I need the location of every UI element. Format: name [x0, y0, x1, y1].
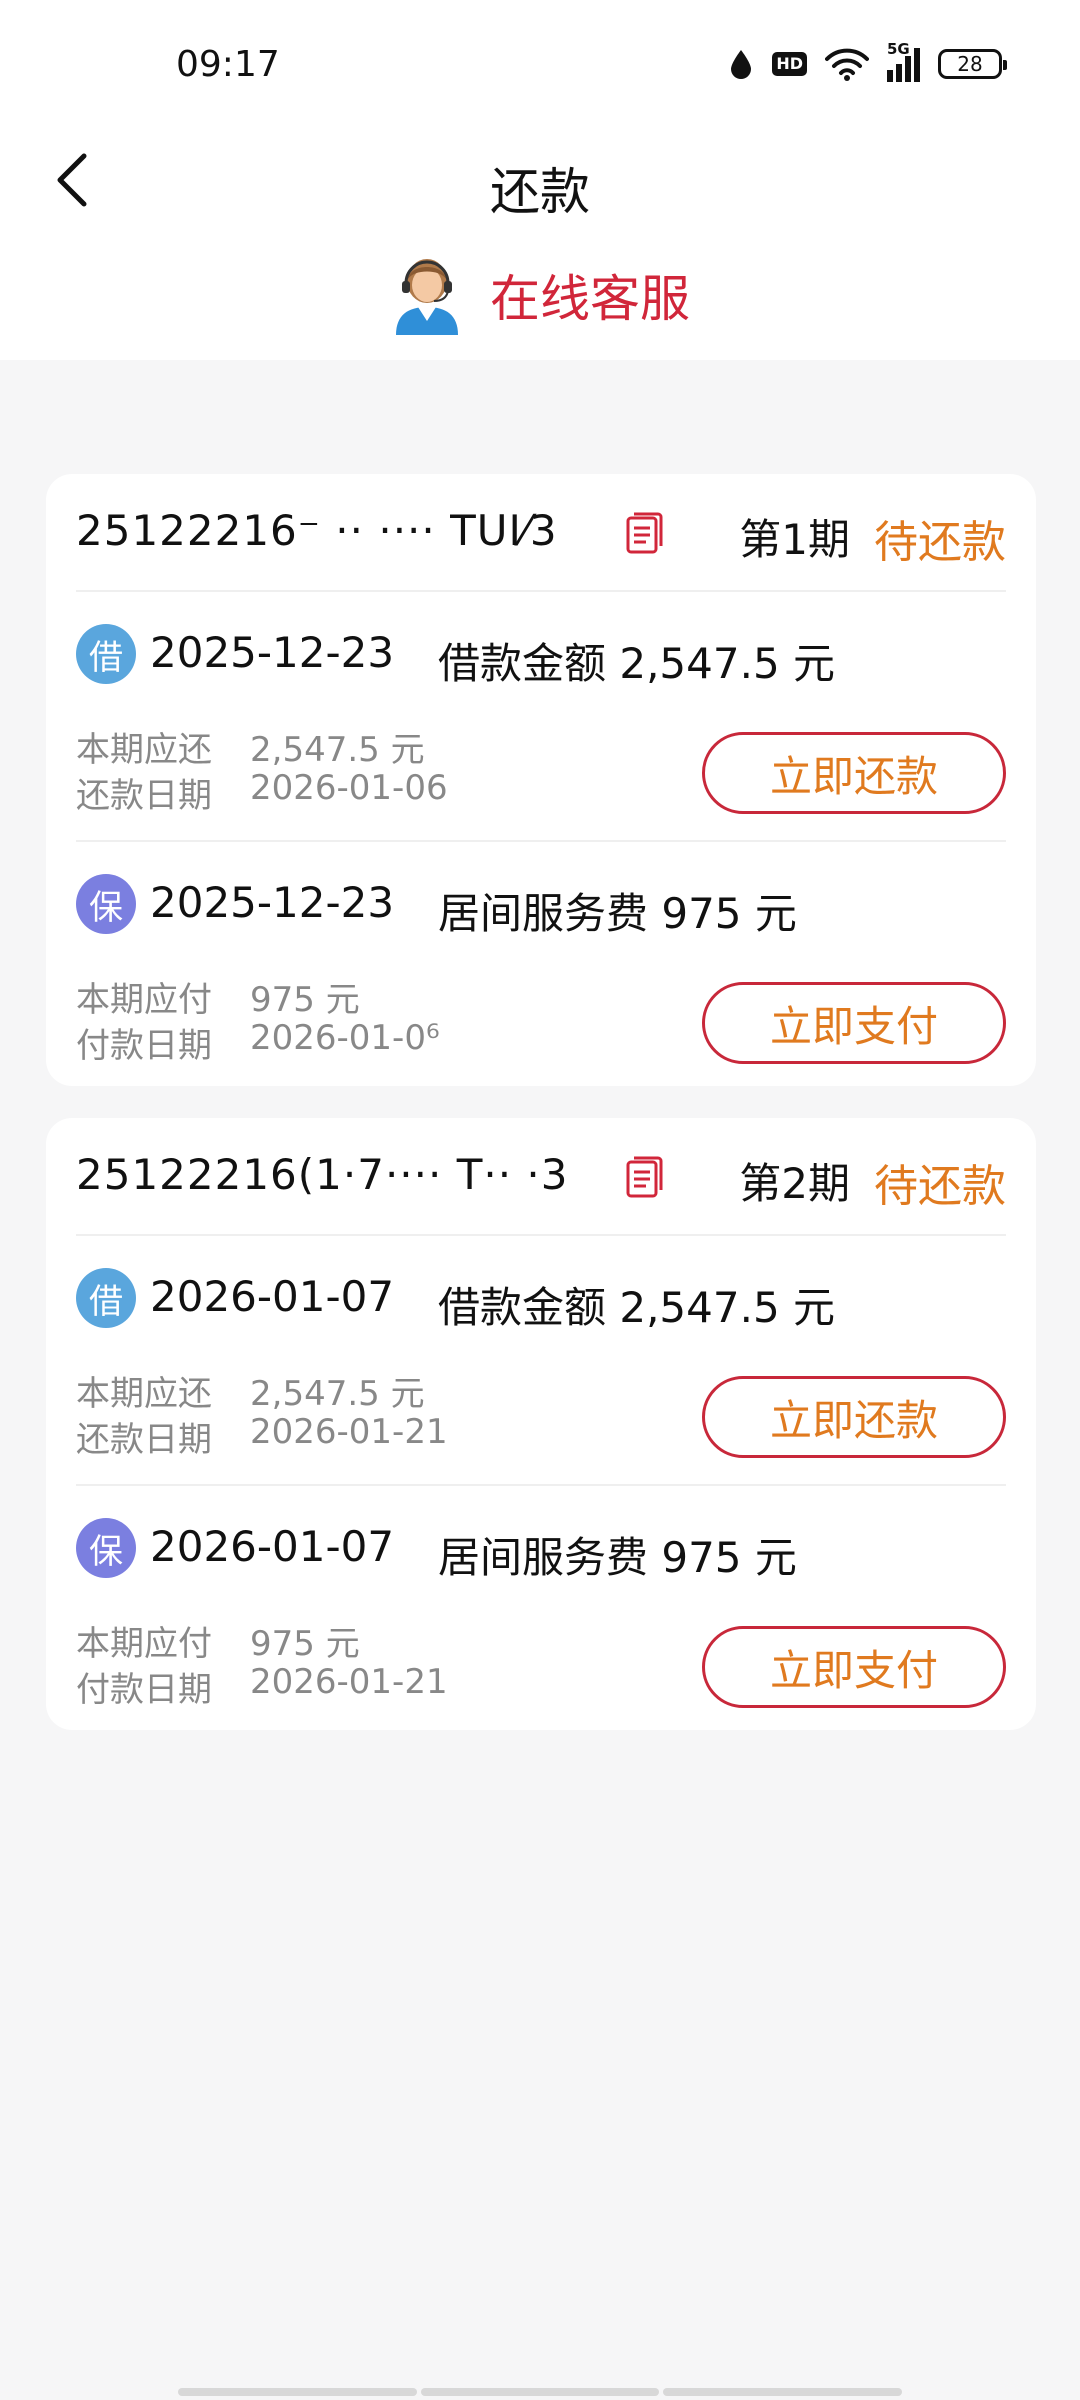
order-number: 25122216(1·7···· T·· ·3 — [76, 1150, 569, 1199]
amount-payable-label: 本期应付 — [76, 980, 212, 1020]
online-service-button[interactable]: 在线客服 — [0, 230, 1080, 360]
item-date: 2026-01-07 — [150, 1522, 395, 1571]
amount-due-label: 本期应还 — [76, 730, 212, 770]
page-title: 还款 — [490, 163, 590, 221]
loan-item: 借 2025-12-23 借款金额 2,547.5 元 本期应还 2,547.5… — [76, 592, 1006, 842]
fee-badge-icon: 保 — [76, 1518, 136, 1578]
battery-icon: 28 — [938, 49, 1007, 79]
amount-payable-value: 975 元 — [250, 980, 360, 1020]
item-description: 居间服务费 975 元 — [438, 1533, 797, 1582]
status-badge: 待还款 — [874, 517, 1006, 568]
item-date: 2025-12-23 — [150, 878, 395, 927]
status-time: 09:17 — [176, 44, 280, 85]
network-type-label: 5G — [887, 40, 910, 58]
item-date: 2026-01-07 — [150, 1272, 395, 1321]
customer-service-agent-icon — [396, 259, 458, 335]
status-badge: 待还款 — [874, 1161, 1006, 1212]
item-description: 借款金额 2,547.5 元 — [438, 639, 836, 688]
due-date-label: 还款日期 — [76, 1420, 212, 1460]
due-date-label: 还款日期 — [76, 776, 212, 816]
amount-payable-label: 本期应付 — [76, 1624, 212, 1664]
online-service-label: 在线客服 — [490, 270, 690, 328]
hd-badge: HD — [772, 52, 807, 76]
loan-badge-icon: 借 — [76, 1268, 136, 1328]
pay-now-button[interactable]: 立即支付 — [702, 1626, 1006, 1708]
item-description: 借款金额 2,547.5 元 — [438, 1283, 836, 1332]
status-bar: 09:17 HD 5G 28 — [0, 0, 1080, 130]
nav-bar: 还款 — [0, 130, 1080, 230]
status-icons: HD 5G 28 — [728, 40, 1007, 84]
copy-icon[interactable] — [624, 510, 664, 556]
copy-icon[interactable] — [624, 1154, 664, 1200]
battery-level: 28 — [957, 52, 983, 76]
due-date-value: 2026-01-06 — [250, 768, 448, 808]
loan-item: 借 2026-01-07 借款金额 2,547.5 元 本期应还 2,547.5… — [76, 1236, 1006, 1486]
amount-payable-value: 975 元 — [250, 1624, 360, 1664]
amount-due-value: 2,547.5 元 — [250, 1374, 425, 1414]
repayment-card: 25122216(1·7···· T·· ·3 第2期 待还款 借 2026-0… — [46, 1118, 1036, 1730]
pay-now-button[interactable]: 立即支付 — [702, 982, 1006, 1064]
payment-date-value: 2026-01-21 — [250, 1662, 448, 1702]
due-date-value: 2026-01-21 — [250, 1412, 448, 1452]
fee-item: 保 2026-01-07 居间服务费 975 元 本期应付 975 元 付款日期… — [76, 1486, 1006, 1736]
signal-5g-icon: 5G — [887, 40, 920, 82]
item-description: 居间服务费 975 元 — [438, 889, 797, 938]
fee-item: 保 2025-12-23 居间服务费 975 元 本期应付 975 元 付款日期… — [76, 842, 1006, 1092]
order-number: 25122216⁻ ·· ···· TUI⁄3 — [76, 506, 558, 555]
repayment-card: 25122216⁻ ·· ···· TUI⁄3 第1期 待还款 借 2025-1… — [46, 474, 1036, 1086]
repay-now-button[interactable]: 立即还款 — [702, 732, 1006, 814]
repay-now-button[interactable]: 立即还款 — [702, 1376, 1006, 1458]
period-label: 第1期 — [739, 515, 850, 564]
payment-date-label: 付款日期 — [76, 1670, 212, 1710]
amount-due-value: 2,547.5 元 — [250, 730, 425, 770]
item-date: 2025-12-23 — [150, 628, 395, 677]
amount-due-label: 本期应还 — [76, 1374, 212, 1414]
payment-date-value: 2026-01-0⁶ — [250, 1018, 440, 1058]
card-header: 25122216⁻ ·· ···· TUI⁄3 第1期 待还款 — [76, 474, 1006, 592]
fee-badge-icon: 保 — [76, 874, 136, 934]
gesture-navigation-bar[interactable] — [178, 2388, 903, 2396]
water-drop-icon — [731, 50, 752, 79]
card-header: 25122216(1·7···· T·· ·3 第2期 待还款 — [76, 1118, 1006, 1236]
period-label: 第2期 — [739, 1159, 850, 1208]
loan-badge-icon: 借 — [76, 624, 136, 684]
wifi-icon — [825, 48, 869, 81]
payment-date-label: 付款日期 — [76, 1026, 212, 1066]
